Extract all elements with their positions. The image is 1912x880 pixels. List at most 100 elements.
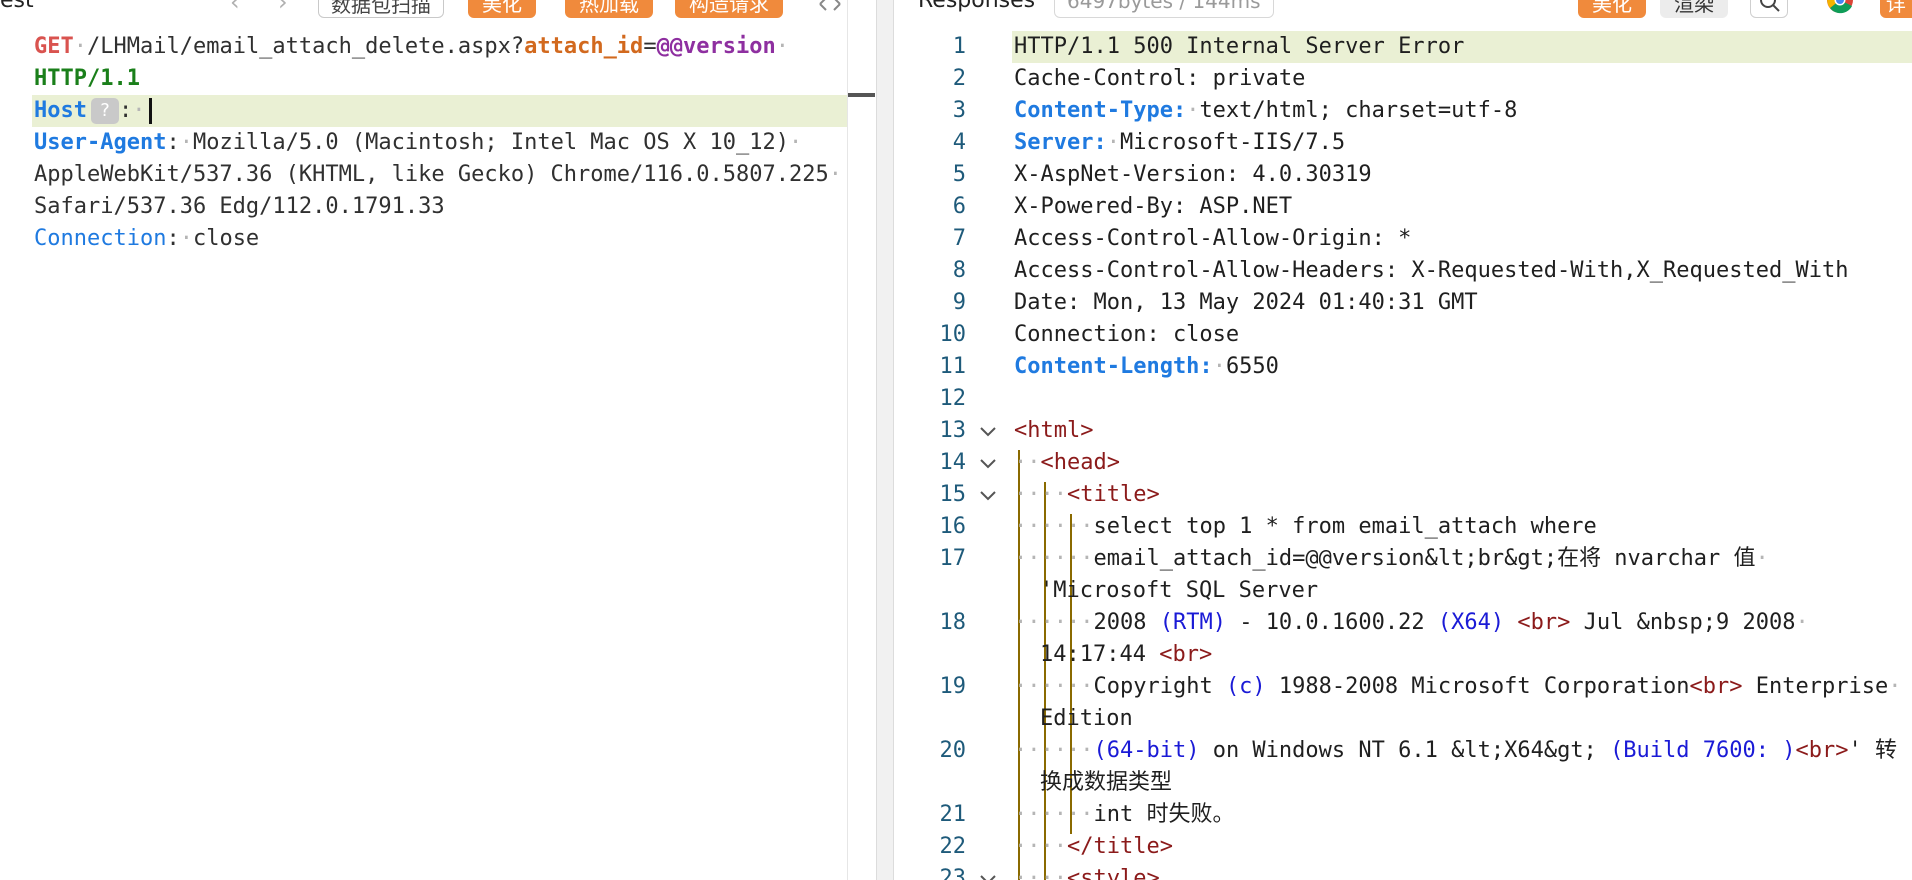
line-number: 13 (939, 418, 967, 443)
request-param-value: @@version (656, 34, 776, 59)
line-number: 6 (952, 194, 966, 219)
response-line-8[interactable]: Access-Control-Allow-Headers: X-Requeste… (1014, 255, 1848, 287)
response-line-2[interactable]: Cache-Control: private (1014, 63, 1305, 95)
response-line-17-wrap[interactable]: 'Microsoft SQL Server (1040, 575, 1318, 607)
request-scrollbar[interactable] (847, 0, 876, 880)
line-number: 8 (952, 258, 966, 283)
response-line-13[interactable]: <html> (1014, 415, 1093, 447)
br-tag: <br> (1795, 738, 1849, 763)
version-arch: (X64) (1437, 610, 1505, 635)
line-number: 4 (952, 130, 966, 155)
request-toolbar: est ‹ › 数据包扫描 美化 热加载 构造请求 (0, 0, 876, 20)
copyright-symbol: (c) (1225, 674, 1266, 699)
response-beautify-button[interactable]: 美化 (1578, 0, 1646, 18)
response-line-17[interactable]: ······email_attach_id=@@version&lt;br&gt… (1014, 543, 1769, 575)
response-line-22[interactable]: ····</title> (1014, 831, 1173, 863)
response-line-14[interactable]: ··<head> (1014, 447, 1120, 479)
ua-value-2: AppleWebKit/537.36 (KHTML, like Gecko) C… (34, 162, 829, 187)
request-line-host[interactable]: Host?:· (32, 95, 874, 127)
response-line-10[interactable]: Connection: close (1014, 319, 1239, 351)
fold-title-icon[interactable] (978, 486, 998, 506)
line-number: 7 (952, 226, 966, 251)
os-text: on Windows NT 6.1 &lt;X64&gt; (1199, 738, 1611, 763)
chrome-browser-icon[interactable] (1826, 0, 1854, 14)
header-aspnet-version: X-AspNet-Version: 4.0.30319 (1014, 162, 1372, 187)
response-line-3[interactable]: Content-Type:·text/html; charset=utf-8 (1014, 95, 1517, 127)
fold-html-icon[interactable] (978, 422, 998, 442)
request-line-ua-2[interactable]: AppleWebKit/537.36 (KHTML, like Gecko) C… (34, 159, 842, 191)
pane-splitter[interactable] (876, 0, 894, 880)
response-line-11[interactable]: Content-Length:·6550 (1014, 351, 1279, 383)
line-number: 19 (939, 674, 967, 699)
convert-text-2: 换成数据类型 (1040, 770, 1173, 795)
line-number: 9 (952, 290, 966, 315)
copyright-text: Copyright (1093, 674, 1226, 699)
line-number: 10 (939, 322, 967, 347)
header-powered-by: X-Powered-By: ASP.NET (1014, 194, 1293, 219)
response-detail-button[interactable]: 详 (1880, 0, 1912, 18)
style-open-tag: <style> (1066, 866, 1160, 880)
title-open-tag: <title> (1066, 482, 1160, 507)
br-tag: <br> (1517, 610, 1571, 635)
fold-head-icon[interactable] (978, 454, 998, 474)
response-pane: Responses 6497bytes / 144ms 美化 渲染 详 1234… (894, 0, 1912, 880)
connection-separator: : (166, 226, 180, 251)
hotload-button[interactable]: 热加载 (565, 0, 653, 18)
request-line-ua[interactable]: User-Agent:·Mozilla/5.0 (Macintosh; Inte… (34, 127, 802, 159)
render-button[interactable]: 渲染 (1660, 0, 1728, 18)
edition-text: Enterprise (1742, 674, 1889, 699)
request-method: GET (34, 34, 74, 59)
host-separator: : (118, 98, 133, 123)
line-number (894, 575, 966, 607)
packet-scan-button[interactable]: 数据包扫描 (318, 0, 444, 18)
request-line-1[interactable]: GET·/LHMail/email_attach_delete.aspx?att… (34, 31, 789, 63)
fail-text: int 时失败。 (1093, 802, 1235, 827)
response-line-18-wrap[interactable]: 14:17:44 <br> (1040, 639, 1212, 671)
ua-value-3: Safari/537.36 Edg/112.0.1791.33 (34, 194, 445, 219)
response-line-20[interactable]: ······(64-bit) on Windows NT 6.1 &lt;X64… (1014, 735, 1897, 767)
br-tag: <br> (1689, 674, 1743, 699)
request-line-connection[interactable]: Connection:·close (34, 223, 259, 255)
line-number: 23 (939, 866, 967, 880)
header-cache-control: Cache-Control: private (1014, 66, 1306, 91)
response-line-15[interactable]: ····<title> (1014, 479, 1160, 511)
beautify-button[interactable]: 美化 (468, 0, 536, 18)
response-line-1[interactable]: HTTP/1.1 500 Internal Server Error (1014, 31, 1464, 63)
fold-style-icon[interactable] (978, 870, 998, 880)
response-line-23[interactable]: ····<style> (1014, 863, 1160, 880)
line-number: 3 (952, 98, 966, 123)
host-placeholder-badge[interactable]: ? (90, 98, 119, 124)
sql-error-text-2: 'Microsoft SQL Server (1040, 578, 1319, 603)
line-number: 14 (939, 450, 967, 475)
response-line-5[interactable]: X-AspNet-Version: 4.0.30319 (1014, 159, 1372, 191)
response-line-4[interactable]: Server:·Microsoft-IIS/7.5 (1014, 127, 1345, 159)
line-number: 17 (939, 546, 967, 571)
response-line-21[interactable]: ······int 时失败。 (1014, 799, 1234, 831)
expand-icon[interactable] (818, 0, 842, 14)
version-time: 14:17:44 (1040, 642, 1160, 667)
response-line-19-wrap[interactable]: Edition (1040, 703, 1133, 735)
br-tag: <br> (1159, 642, 1213, 667)
search-icon[interactable] (1750, 0, 1788, 18)
response-line-18[interactable]: ······2008 (RTM) - 10.0.1600.22 (X64) <b… (1014, 607, 1809, 639)
line-number (894, 703, 966, 735)
request-line-ua-3[interactable]: Safari/537.36 Edg/112.0.1791.33 (34, 191, 445, 223)
response-line-20-wrap[interactable]: 换成数据类型 (1040, 767, 1172, 799)
responses-tab[interactable]: Responses (918, 0, 1035, 13)
connection-value: close (192, 226, 260, 251)
line-number: 16 (939, 514, 967, 539)
line-number: 22 (939, 834, 967, 859)
back-arrow-icon[interactable]: ‹ (230, 0, 240, 16)
response-line-7[interactable]: Access-Control-Allow-Origin: * (1014, 223, 1411, 255)
response-line-19[interactable]: ······Copyright (c) 1988-2008 Microsoft … (1014, 671, 1901, 703)
line-number (894, 767, 966, 799)
response-line-16[interactable]: ······select top 1 * from email_attach w… (1014, 511, 1597, 543)
request-tab-title[interactable]: est (0, 0, 34, 13)
header-server-value: Microsoft-IIS/7.5 (1119, 130, 1346, 155)
forward-arrow-icon[interactable]: › (278, 0, 288, 16)
response-line-9[interactable]: Date: Mon, 13 May 2024 01:40:31 GMT (1014, 287, 1478, 319)
construct-request-button[interactable]: 构造请求 (675, 0, 783, 18)
request-line-2[interactable]: HTTP/1.1 (34, 63, 140, 95)
convert-text-1: ' 转 (1848, 738, 1897, 763)
response-line-6[interactable]: X-Powered-By: ASP.NET (1014, 191, 1292, 223)
